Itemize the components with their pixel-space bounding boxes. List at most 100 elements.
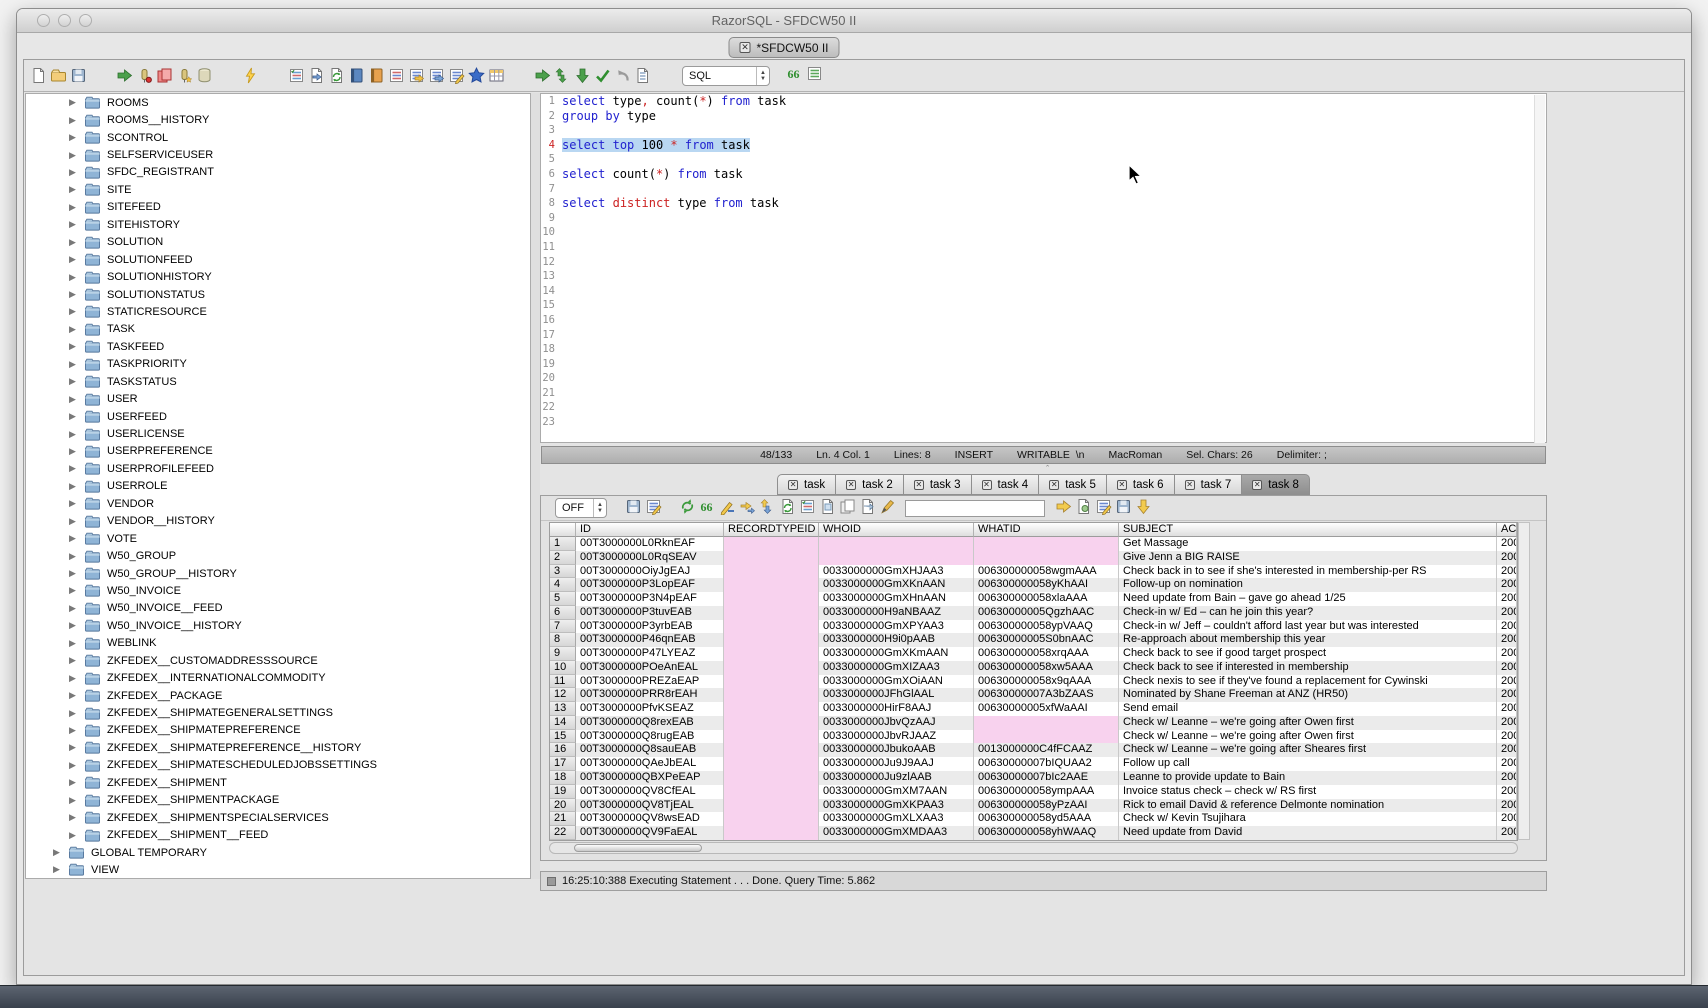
cell-whatid[interactable]: 0013000000C4fFCAAZ: [974, 743, 1119, 757]
column-header-subject[interactable]: SUBJECT: [1119, 523, 1497, 537]
tab-close-icon[interactable]: ✕: [1185, 480, 1195, 490]
cell-recordtypeid[interactable]: [724, 592, 819, 606]
tree-item-userrole[interactable]: ▶USERROLE: [26, 478, 530, 495]
cell-ac[interactable]: 200: [1497, 799, 1517, 813]
cell-ac[interactable]: 200: [1497, 757, 1517, 771]
cell-id[interactable]: 00T3000000QV8TjEAL: [576, 799, 724, 813]
cell-id[interactable]: 00T3000000P47LYEAZ: [576, 647, 724, 661]
disclosure-triangle-icon[interactable]: ▶: [69, 307, 78, 316]
disclosure-triangle-icon[interactable]: ▶: [69, 517, 78, 526]
disclosure-triangle-icon[interactable]: ▶: [69, 133, 78, 142]
cell-id[interactable]: 00T3000000PRR8rEAH: [576, 688, 724, 702]
tab-close-icon[interactable]: ✕: [739, 42, 750, 53]
table-row[interactable]: 2000T3000000QV8TjEAL0033000000GmXKPAA300…: [550, 799, 1517, 813]
cell-whoid[interactable]: 0033000000GmXOiAAN: [819, 675, 974, 689]
cell-ac[interactable]: 200: [1497, 551, 1517, 565]
docs-book-icon[interactable]: [366, 66, 386, 86]
form-view-icon[interactable]: [817, 496, 837, 516]
editor-line[interactable]: 9: [541, 211, 1546, 226]
tree-item-zkfedex__shipment[interactable]: ▶ZKFEDEX__SHIPMENT: [26, 774, 530, 791]
sort-icon[interactable]: [757, 496, 777, 516]
swap-icon[interactable]: [552, 66, 572, 86]
result-tab-task-7[interactable]: ✕task 7: [1175, 474, 1243, 495]
cell-id[interactable]: 00T3000000PfvKSEAZ: [576, 702, 724, 716]
disclosure-triangle-icon[interactable]: ▶: [69, 796, 78, 805]
tree-item-user[interactable]: ▶USER: [26, 390, 530, 407]
table-row[interactable]: 1400T3000000Q8rexEAB0033000000JbvQzAAJCh…: [550, 716, 1517, 730]
cell-recordtypeid[interactable]: [724, 757, 819, 771]
highlight-icon[interactable]: [877, 496, 897, 516]
cell-id[interactable]: 00T3000000Q8sauEAB: [576, 743, 724, 757]
copy-icon[interactable]: [837, 496, 857, 516]
cell-id[interactable]: 00T3000000P46qnEAB: [576, 633, 724, 647]
row-number-cell[interactable]: 16: [550, 743, 576, 757]
cell-id[interactable]: 00T3000000QV8CfEAL: [576, 785, 724, 799]
describe-table-icon[interactable]: [286, 66, 306, 86]
disclosure-triangle-icon[interactable]: ▶: [69, 447, 78, 456]
cell-ac[interactable]: 200: [1497, 592, 1517, 606]
cell-whoid[interactable]: 0033000000H9aNBAAZ: [819, 606, 974, 620]
cell-whatid[interactable]: 006300000058x9qAAA: [974, 675, 1119, 689]
cell-id[interactable]: 00T3000000QV9FaEAL: [576, 826, 724, 840]
cell-ac[interactable]: 200: [1497, 537, 1517, 551]
cell-subject[interactable]: Get Massage: [1119, 537, 1497, 551]
cell-subject[interactable]: Check w/ Leanne – we're going after Owen…: [1119, 716, 1497, 730]
cell-whatid[interactable]: 006300000058xrqAAA: [974, 647, 1119, 661]
disclosure-triangle-icon[interactable]: ▶: [69, 604, 78, 613]
cell-subject[interactable]: Leanne to provide update to Bain: [1119, 771, 1497, 785]
describe-icon[interactable]: [797, 496, 817, 516]
cell-subject[interactable]: Check w/ Leanne – we're going after Shea…: [1119, 743, 1497, 757]
cell-subject[interactable]: Check back to see if good target prospec…: [1119, 647, 1497, 661]
column-header-whoid[interactable]: WHOID: [819, 523, 974, 537]
cell-whatid[interactable]: 006300000058wgmAAA: [974, 565, 1119, 579]
cell-ac[interactable]: 200: [1497, 633, 1517, 647]
disclosure-triangle-icon[interactable]: ▶: [69, 185, 78, 194]
table-row[interactable]: 2200T3000000QV9FaEAL0033000000GmXMDAA300…: [550, 826, 1517, 840]
table-row[interactable]: 900T3000000P47LYEAZ0033000000GmXKmAAN006…: [550, 647, 1517, 661]
cell-whoid[interactable]: 0033000000GmXPYAA3: [819, 620, 974, 634]
execute-icon[interactable]: [240, 66, 260, 86]
rollback-icon[interactable]: [612, 66, 632, 86]
cell-whatid[interactable]: 006300000058yd5AAA: [974, 812, 1119, 826]
cell-id[interactable]: 00T3000000P3yrbEAB: [576, 620, 724, 634]
cell-subject[interactable]: Check nexis to see if they've found a re…: [1119, 675, 1497, 689]
cell-whatid[interactable]: [974, 730, 1119, 744]
tree-item-sfdc_registrant[interactable]: ▶SFDC_REGISTRANT: [26, 164, 530, 181]
cell-subject[interactable]: Check w/ Kevin Tsujihara: [1119, 812, 1497, 826]
tree-item-zkfedex__shipmatepreference__history[interactable]: ▶ZKFEDEX__SHIPMATEPREFERENCE__HISTORY: [26, 739, 530, 756]
disclosure-triangle-icon[interactable]: ▶: [53, 865, 62, 874]
table-row[interactable]: 700T3000000P3yrbEAB0033000000GmXPYAA3006…: [550, 620, 1517, 634]
cell-recordtypeid[interactable]: [724, 799, 819, 813]
tree-item-zkfedex__shipmategeneralsettings[interactable]: ▶ZKFEDEX__SHIPMATEGENERALSETTINGS: [26, 704, 530, 721]
download-icon[interactable]: [1133, 496, 1153, 516]
tree-item-solutionfeed[interactable]: ▶SOLUTIONFEED: [26, 251, 530, 268]
editor-line[interactable]: 21: [541, 386, 1546, 401]
disclosure-triangle-icon[interactable]: ▶: [69, 813, 78, 822]
sql-editor[interactable]: 1select type, count(*) from task2group b…: [540, 93, 1547, 443]
cell-whatid[interactable]: 00630000007bIQUAA2: [974, 757, 1119, 771]
disclosure-triangle-icon[interactable]: ▶: [69, 691, 78, 700]
disclosure-triangle-icon[interactable]: ▶: [69, 290, 78, 299]
cell-ac[interactable]: 200: [1497, 647, 1517, 661]
cell-subject[interactable]: Check back in to see if she's interested…: [1119, 565, 1497, 579]
cell-recordtypeid[interactable]: [724, 661, 819, 675]
disclosure-triangle-icon[interactable]: ▶: [69, 325, 78, 334]
cell-recordtypeid[interactable]: [724, 730, 819, 744]
editor-line[interactable]: 14: [541, 284, 1546, 299]
cell-recordtypeid[interactable]: [724, 716, 819, 730]
tree-item-site[interactable]: ▶SITE: [26, 181, 530, 198]
cell-subject[interactable]: Check-in w/ Ed – can he join this year?: [1119, 606, 1497, 620]
cell-whoid[interactable]: 0033000000GmXKnAAN: [819, 578, 974, 592]
row-number-cell[interactable]: 21: [550, 812, 576, 826]
result-tab-task-5[interactable]: ✕task 5: [1039, 474, 1107, 495]
disclosure-triangle-icon[interactable]: ▶: [69, 552, 78, 561]
notes-icon[interactable]: [1093, 496, 1113, 516]
cell-ac[interactable]: 200: [1497, 826, 1517, 840]
cell-whoid[interactable]: 0033000000GmXHnAAN: [819, 592, 974, 606]
editor-line[interactable]: 19: [541, 357, 1546, 372]
cell-recordtypeid[interactable]: [724, 620, 819, 634]
tree-item-userfeed[interactable]: ▶USERFEED: [26, 408, 530, 425]
tree-item-global temporary[interactable]: ▶GLOBAL TEMPORARY: [26, 844, 530, 861]
row-number-cell[interactable]: 18: [550, 771, 576, 785]
disclosure-triangle-icon[interactable]: ▶: [69, 499, 78, 508]
